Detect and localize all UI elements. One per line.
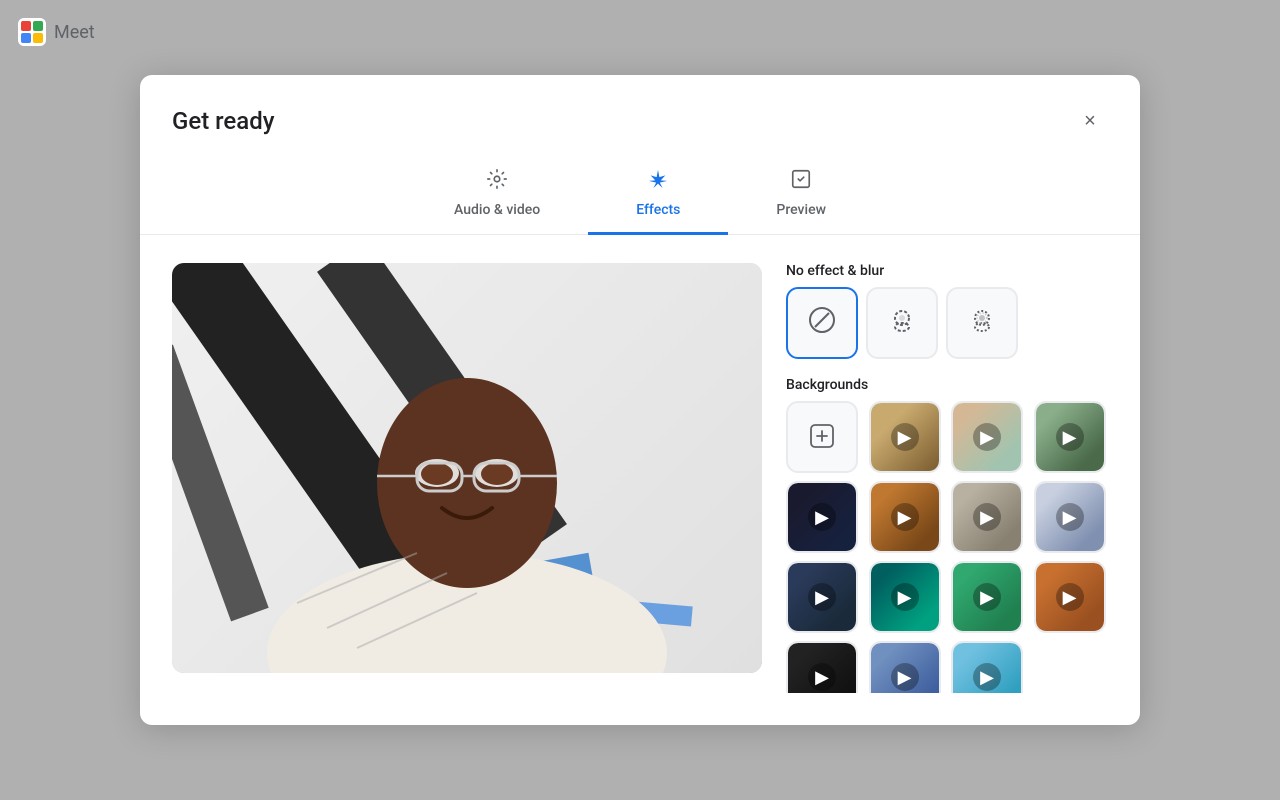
bg-overlay-icon-2: ▶ [973,423,1001,451]
background-btn-14[interactable]: ▶ [951,641,1023,693]
bg-overlay-icon-6: ▶ [973,503,1001,531]
background-btn-5[interactable]: ▶ [869,481,941,553]
preview-icon [790,168,812,196]
blur-slight-button[interactable] [866,287,938,359]
person-silhouette [247,293,687,673]
tab-effects-label: Effects [636,202,680,218]
google-meet-icon [18,18,46,46]
bg-thumb-14: ▶ [953,643,1021,693]
bg-thumb-2: ▶ [953,403,1021,471]
bg-overlay-icon-1: ▶ [891,423,919,451]
background-btn-13[interactable]: ▶ [869,641,941,693]
modal: Get ready × Audio & video Effects [140,75,1140,725]
video-preview [172,263,762,673]
bg-thumb-5: ▶ [871,483,939,551]
background-btn-6[interactable]: ▶ [951,481,1023,553]
bg-overlay-icon-7: ▶ [1056,503,1084,531]
bg-thumb-11: ▶ [1036,563,1104,631]
tab-preview[interactable]: Preview [728,156,874,235]
bg-overlay-icon-12: ▶ [808,663,836,691]
app-name: Meet [54,22,95,43]
background-btn-12[interactable]: ▶ [786,641,858,693]
bg-thumb-6: ▶ [953,483,1021,551]
bg-thumb-1: ▶ [871,403,939,471]
background-btn-7[interactable]: ▶ [1034,481,1106,553]
bg-overlay-icon-3: ▶ [1056,423,1084,451]
backgrounds-section: Backgrounds [786,377,1108,693]
backgrounds-grid: ▶ ▶ ▶ ▶ [786,401,1108,693]
blur-strong-button[interactable] [946,287,1018,359]
no-effect-icon [807,305,837,342]
effects-panel: No effect & blur [786,263,1108,693]
no-effect-button[interactable] [786,287,858,359]
bg-thumb-9: ▶ [871,563,939,631]
background-btn-1[interactable]: ▶ [869,401,941,473]
no-effect-grid [786,287,1108,359]
bg-thumb-7: ▶ [1036,483,1104,551]
close-button[interactable]: × [1072,103,1108,139]
bg-thumb-4: ▶ [788,483,856,551]
meet-logo: Meet [18,18,95,46]
bg-overlay-icon-14: ▶ [973,663,1001,691]
blur-strong-icon [967,305,997,342]
background-btn-11[interactable]: ▶ [1034,561,1106,633]
bg-thumb-3: ▶ [1036,403,1104,471]
bg-overlay-icon-11: ▶ [1056,583,1084,611]
tab-preview-label: Preview [776,202,826,218]
bg-overlay-icon-4: ▶ [808,503,836,531]
bg-overlay-icon-9: ▶ [891,583,919,611]
blur-slight-icon [887,305,917,342]
tab-audio-video-label: Audio & video [454,202,540,218]
bg-thumb-8: ▶ [788,563,856,631]
bg-overlay-icon-5: ▶ [891,503,919,531]
bg-thumb-10: ▶ [953,563,1021,631]
background-btn-9[interactable]: ▶ [869,561,941,633]
bg-overlay-icon-8: ▶ [808,583,836,611]
background-btn-8[interactable]: ▶ [786,561,858,633]
tab-effects[interactable]: Effects [588,156,728,235]
modal-header: Get ready × [140,75,1140,139]
tabs-bar: Audio & video Effects Preview [140,155,1140,235]
audio-video-icon [486,168,508,196]
effects-icon [647,168,669,196]
upload-icon [808,422,836,453]
modal-body: No effect & blur [140,235,1140,721]
background-btn-10[interactable]: ▶ [951,561,1023,633]
bg-overlay-icon-13: ▶ [891,663,919,691]
backgrounds-section-title: Backgrounds [786,377,1108,393]
modal-title: Get ready [172,107,275,135]
background-btn-2[interactable]: ▶ [951,401,1023,473]
background-btn-4[interactable]: ▶ [786,481,858,553]
tab-audio-video[interactable]: Audio & video [406,156,588,235]
upload-background-button[interactable] [786,401,858,473]
no-effect-section-title: No effect & blur [786,263,1108,279]
bg-overlay-icon-10: ▶ [973,583,1001,611]
no-effect-section: No effect & blur [786,263,1108,359]
background-btn-3[interactable]: ▶ [1034,401,1106,473]
bg-thumb-13: ▶ [871,643,939,693]
bg-thumb-12: ▶ [788,643,856,693]
